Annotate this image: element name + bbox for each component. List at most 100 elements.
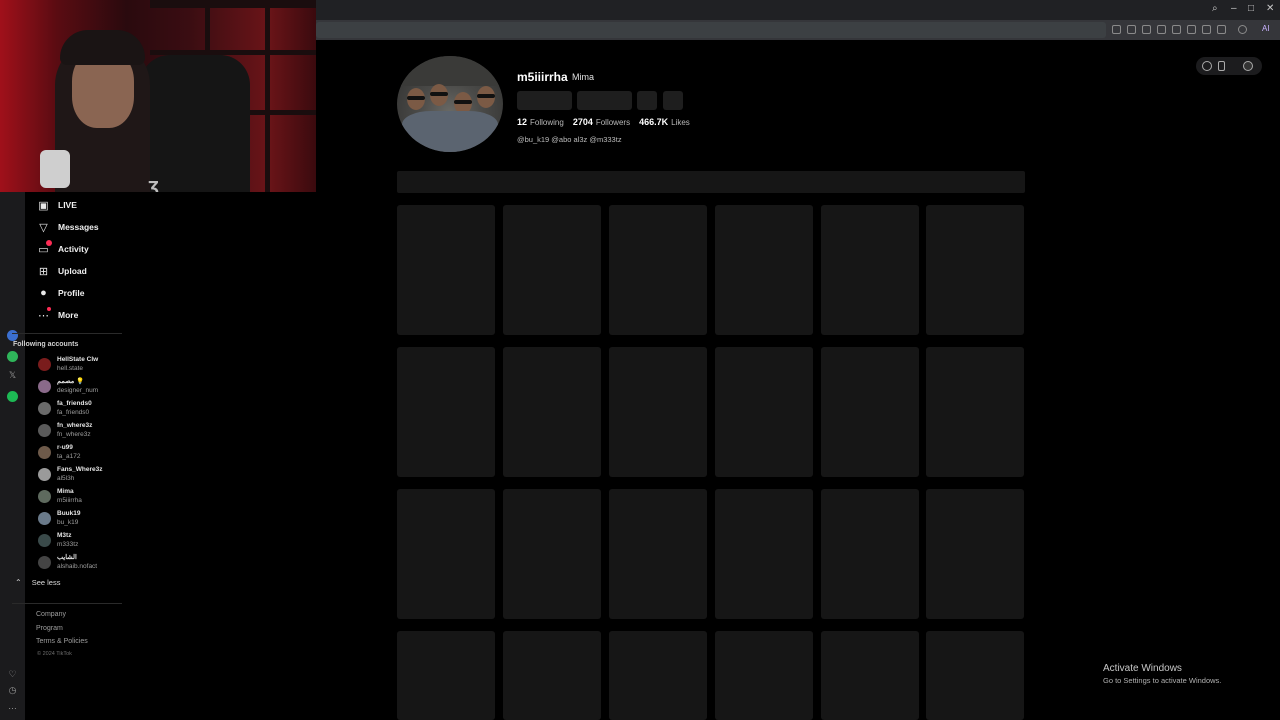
- video-thumbnail[interactable]: [926, 347, 1024, 477]
- following-account[interactable]: M3tz m333tz: [38, 530, 78, 550]
- home-icon[interactable]: [1127, 25, 1136, 34]
- following-account[interactable]: HellState Clw hell.state: [38, 354, 98, 374]
- following-account[interactable]: Fans_Where3z al5l3h: [38, 464, 103, 484]
- account-name: M3tz: [57, 532, 72, 539]
- followers-count[interactable]: 2704: [573, 117, 593, 127]
- more-options-button[interactable]: [663, 91, 683, 110]
- heart-icon[interactable]: [1172, 25, 1181, 34]
- video-thumbnail[interactable]: [926, 489, 1024, 619]
- video-thumbnail[interactable]: [821, 347, 919, 477]
- profile-username: m5iiirrha: [517, 70, 568, 84]
- nav-activity[interactable]: ▭ Activity: [37, 240, 88, 258]
- more-badge: [47, 307, 51, 311]
- follow-button[interactable]: [517, 91, 572, 110]
- video-thumbnail[interactable]: [397, 347, 495, 477]
- heart-icon[interactable]: ♡: [6, 669, 19, 680]
- nav-upload[interactable]: ⊞ Upload: [37, 262, 87, 280]
- avatar: [38, 467, 51, 481]
- upload-icon: ⊞: [38, 265, 49, 278]
- video-thumbnail[interactable]: [397, 631, 495, 720]
- more-icon[interactable]: …: [6, 701, 19, 711]
- video-thumbnail[interactable]: [715, 631, 813, 720]
- following-count[interactable]: 12: [517, 117, 527, 127]
- divider: [12, 603, 122, 604]
- video-thumbnail[interactable]: [503, 205, 601, 335]
- following-account[interactable]: الشايب alshaib.nofact: [38, 552, 97, 572]
- following-account[interactable]: r-u99 ta_a172: [38, 442, 81, 462]
- whatsapp-icon[interactable]: [7, 351, 18, 362]
- play-icon[interactable]: [1157, 25, 1166, 34]
- messages-icon: ▽: [39, 221, 48, 234]
- suggested-button[interactable]: [637, 91, 657, 110]
- nav-more[interactable]: ⋯ More: [37, 306, 78, 324]
- account-handle: hell.state: [57, 365, 84, 372]
- nav-profile[interactable]: ● Profile: [37, 284, 84, 302]
- footer-terms-link[interactable]: Terms & Policies: [36, 638, 88, 645]
- video-thumbnail[interactable]: [715, 347, 813, 477]
- following-account[interactable]: fa_friends0 fa_friends0: [38, 398, 92, 418]
- avatar: [38, 489, 51, 503]
- avatar: [38, 533, 51, 547]
- download-icon[interactable]: [1187, 25, 1196, 34]
- location-icon[interactable]: [1142, 25, 1151, 34]
- profile-tabs-placeholder: [397, 171, 1025, 193]
- bookmark-icon[interactable]: [1218, 61, 1225, 71]
- video-thumbnail[interactable]: [397, 489, 495, 619]
- nav-messages[interactable]: ▽ Messages: [37, 218, 98, 236]
- account-name: Mima: [57, 488, 74, 495]
- video-thumbnail[interactable]: [926, 631, 1024, 720]
- extension-icon[interactable]: [1238, 25, 1247, 34]
- x-icon[interactable]: 𝕏: [6, 370, 19, 381]
- video-thumbnail[interactable]: [821, 489, 919, 619]
- account-handle: alshaib.nofact: [57, 563, 98, 570]
- video-thumbnail[interactable]: [503, 347, 601, 477]
- see-less-button[interactable]: ⌃ See less: [15, 578, 60, 587]
- account-name: Buuk19: [57, 510, 81, 517]
- video-thumbnail[interactable]: [609, 631, 707, 720]
- ai-button[interactable]: AI: [1262, 24, 1270, 33]
- player-controls: [1196, 57, 1262, 75]
- avatar: [38, 423, 51, 437]
- video-thumbnail[interactable]: [503, 489, 601, 619]
- close-button[interactable]: ✕: [1266, 3, 1274, 14]
- video-thumbnail[interactable]: [715, 205, 813, 335]
- video-thumbnail[interactable]: [609, 205, 707, 335]
- list-icon[interactable]: [1202, 25, 1211, 34]
- minimize-button[interactable]: –: [1231, 3, 1237, 14]
- video-thumbnail[interactable]: [821, 205, 919, 335]
- video-thumbnail[interactable]: [926, 205, 1024, 335]
- history-icon[interactable]: ◷: [6, 685, 19, 696]
- profile-icon: ●: [40, 287, 47, 299]
- likes-count: 466.7K: [639, 117, 669, 127]
- following-account[interactable]: fn_where3z fn_where3z: [38, 420, 92, 440]
- compass-icon[interactable]: [1202, 61, 1212, 71]
- capture-icon[interactable]: [1112, 25, 1121, 34]
- video-thumbnail[interactable]: [609, 347, 707, 477]
- account-handle: m333tz: [57, 541, 79, 548]
- avatar: [38, 379, 51, 393]
- profile-avatar[interactable]: [397, 56, 503, 152]
- avatar: [38, 357, 51, 371]
- avatar: [38, 511, 51, 525]
- footer-company-link[interactable]: Company: [36, 611, 66, 618]
- video-thumbnail[interactable]: [609, 489, 707, 619]
- account-icon[interactable]: [1243, 61, 1253, 71]
- following-account[interactable]: Mima m5iiirrha: [38, 486, 82, 506]
- search-icon[interactable]: ⌕: [1212, 3, 1218, 14]
- video-thumbnail[interactable]: [821, 631, 919, 720]
- user-icon[interactable]: [1217, 25, 1226, 34]
- message-button[interactable]: [577, 91, 632, 110]
- video-thumbnail[interactable]: [397, 205, 495, 335]
- video-thumbnail[interactable]: [715, 489, 813, 619]
- following-account[interactable]: مصمم 💡 designer_num: [38, 376, 98, 396]
- messenger-icon[interactable]: [7, 330, 18, 341]
- account-handle: al5l3h: [57, 475, 75, 482]
- video-thumbnail[interactable]: [503, 631, 601, 720]
- following-account[interactable]: Buuk19 bu_k19: [38, 508, 80, 528]
- nav-live[interactable]: ▣ LIVE: [37, 196, 77, 214]
- maximize-button[interactable]: □: [1248, 3, 1254, 14]
- footer-program-link[interactable]: Program: [36, 625, 63, 632]
- spotify-icon[interactable]: [7, 391, 18, 402]
- address-bar[interactable]: [316, 22, 1106, 38]
- account-handle: designer_num: [57, 387, 99, 394]
